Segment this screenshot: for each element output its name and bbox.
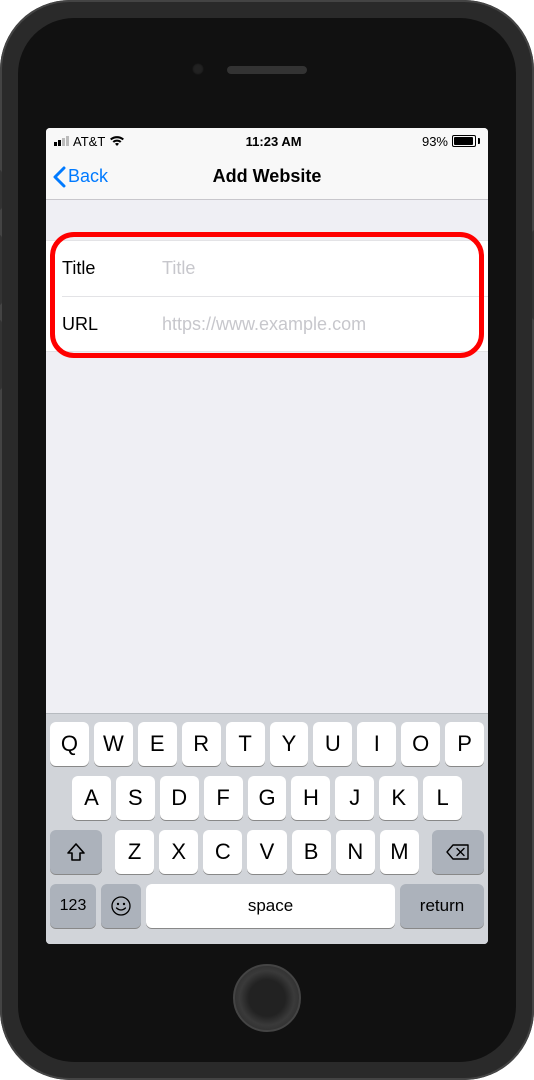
front-camera [192,63,204,75]
key-a[interactable]: A [72,776,111,820]
key-y[interactable]: Y [270,722,309,766]
cell-signal-icon [54,136,69,146]
back-button[interactable]: Back [46,166,114,188]
volume-down-button [0,320,2,390]
carrier-label: AT&T [73,134,105,149]
battery-percent: 93% [422,134,448,149]
return-key[interactable]: return [400,884,484,928]
home-button[interactable] [233,964,301,1032]
screen: AT&T 11:23 AM 93% [46,128,488,944]
key-i[interactable]: I [357,722,396,766]
earpiece-speaker [227,66,307,74]
url-row: URL [62,296,488,351]
mute-switch [0,170,2,210]
key-h[interactable]: H [291,776,330,820]
key-k[interactable]: K [379,776,418,820]
status-bar: AT&T 11:23 AM 93% [46,128,488,154]
title-label: Title [62,258,162,279]
shift-key[interactable] [50,830,102,874]
key-r[interactable]: R [182,722,221,766]
key-g[interactable]: G [248,776,287,820]
key-t[interactable]: T [226,722,265,766]
key-s[interactable]: S [116,776,155,820]
key-q[interactable]: Q [50,722,89,766]
key-p[interactable]: P [445,722,484,766]
url-input[interactable] [162,314,472,335]
url-label: URL [62,314,162,335]
numbers-key[interactable]: 123 [50,884,96,928]
key-l[interactable]: L [423,776,462,820]
content-area: Title URL [46,200,488,713]
phone-frame: AT&T 11:23 AM 93% [0,0,534,1080]
key-e[interactable]: E [138,722,177,766]
key-m[interactable]: M [380,830,419,874]
key-c[interactable]: C [203,830,242,874]
space-key[interactable]: space [146,884,395,928]
key-j[interactable]: J [335,776,374,820]
key-v[interactable]: V [247,830,286,874]
key-w[interactable]: W [94,722,133,766]
key-x[interactable]: X [159,830,198,874]
wifi-icon [109,135,125,147]
key-f[interactable]: F [204,776,243,820]
chevron-left-icon [52,166,66,188]
battery-icon [452,135,480,147]
key-z[interactable]: Z [115,830,154,874]
key-u[interactable]: U [313,722,352,766]
title-input[interactable] [162,258,472,279]
emoji-key[interactable] [101,884,141,928]
volume-up-button [0,235,2,305]
title-row: Title [46,241,488,296]
key-n[interactable]: N [336,830,375,874]
key-b[interactable]: B [292,830,331,874]
key-d[interactable]: D [160,776,199,820]
back-label: Back [68,166,108,187]
backspace-key[interactable] [432,830,484,874]
nav-bar: Back Add Website [46,154,488,200]
clock: 11:23 AM [246,134,302,149]
website-form: Title URL [46,240,488,352]
key-o[interactable]: O [401,722,440,766]
keyboard: QWERTYUIOP ASDFGHJKL ZXCVBNM 123 [46,713,488,944]
